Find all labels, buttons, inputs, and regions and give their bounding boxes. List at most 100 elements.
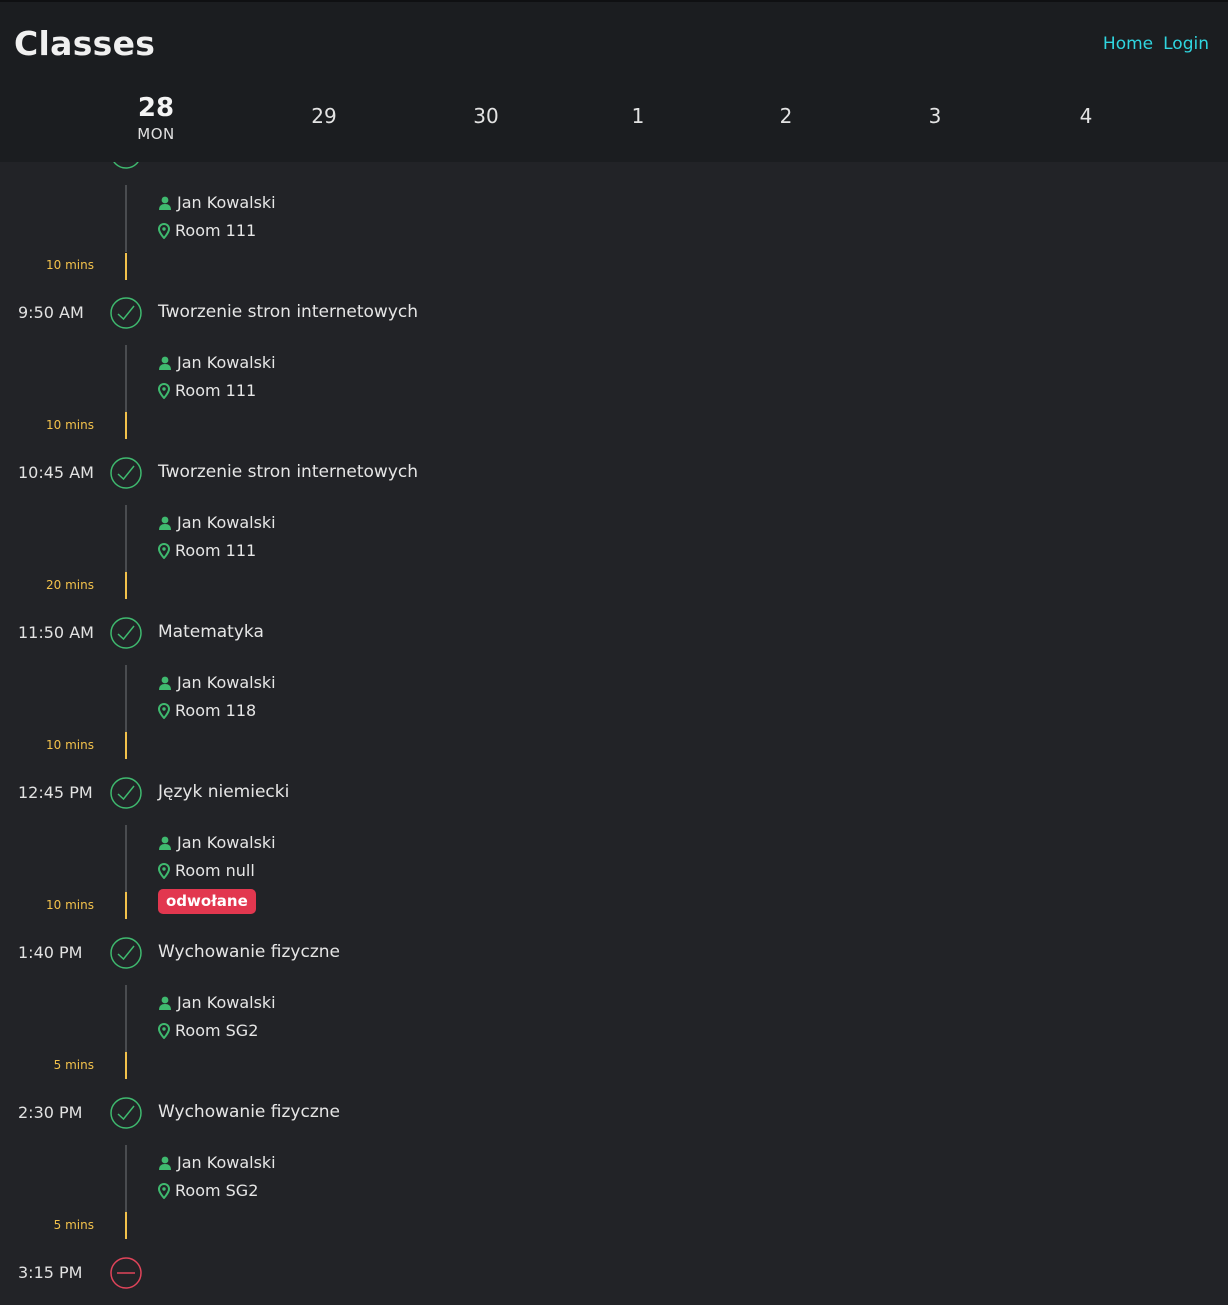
- break-bar: [125, 892, 127, 919]
- check-circle-icon: [110, 297, 142, 329]
- map-pin-icon: [158, 702, 170, 719]
- teacher-name: Jan Kowalski: [177, 993, 276, 1012]
- lesson-subject[interactable]: Wychowanie fizyczne: [158, 1102, 340, 1122]
- break-bar: [125, 732, 127, 759]
- break-bar: [125, 1052, 127, 1079]
- teacher-name: Jan Kowalski: [177, 673, 276, 692]
- map-pin-icon: [158, 1182, 170, 1199]
- teacher-info: Jan Kowalski: [158, 513, 276, 532]
- day-tab-1[interactable]: 1: [598, 88, 678, 144]
- room-info: Room SG2: [158, 1181, 258, 1200]
- day-tab-4[interactable]: 4: [1046, 88, 1126, 144]
- day-number: 2: [779, 104, 793, 128]
- person-icon: [159, 996, 171, 1010]
- lesson-subject[interactable]: Wychowanie fizyczne: [158, 942, 340, 962]
- day-tab-28[interactable]: 28 MON: [116, 88, 196, 143]
- day-number: 3: [928, 104, 942, 128]
- lesson-subject[interactable]: Tworzenie stron internetowych: [158, 462, 418, 482]
- day-number: 30: [473, 104, 499, 128]
- lesson-subject[interactable]: Tworzenie stron internetowych: [158, 302, 418, 322]
- lesson-time: 11:50 AM: [18, 623, 94, 642]
- teacher-name: Jan Kowalski: [177, 513, 276, 532]
- teacher-name: Jan Kowalski: [177, 353, 276, 372]
- day-tab-2[interactable]: 2: [746, 88, 826, 144]
- timeline-connector: [125, 665, 127, 732]
- timeline-connector: [125, 985, 127, 1052]
- day-weekday: MON: [137, 125, 175, 143]
- room-info: Room 111: [158, 381, 256, 400]
- check-circle-icon: [110, 777, 142, 809]
- day-number: 28: [137, 93, 175, 123]
- page-title: Classes: [14, 24, 156, 63]
- room-name: Room 111: [175, 381, 257, 400]
- teacher-info: Jan Kowalski: [158, 193, 276, 212]
- room-info: Room 111: [158, 221, 256, 240]
- room-name: Room null: [175, 861, 255, 880]
- lesson-subject[interactable]: Język niemiecki: [158, 782, 289, 802]
- break-duration: 10 mins: [46, 418, 94, 432]
- check-circle-icon: [110, 617, 142, 649]
- room-info: Room SG2: [158, 1021, 258, 1040]
- lesson-time: 2:30 PM: [18, 1103, 83, 1122]
- person-icon: [159, 1156, 171, 1170]
- day-number: 4: [1079, 104, 1093, 128]
- teacher-info: Jan Kowalski: [158, 1153, 276, 1172]
- timeline-connector: [125, 825, 127, 892]
- check-circle-icon: [110, 937, 142, 969]
- lesson-time: 12:45 PM: [18, 783, 93, 802]
- break-duration: 10 mins: [46, 738, 94, 752]
- map-pin-icon: [158, 542, 170, 559]
- room-name: Room SG2: [175, 1181, 259, 1200]
- break-bar: [125, 412, 127, 439]
- teacher-name: Jan Kowalski: [177, 1153, 276, 1172]
- day-tab-30[interactable]: 30: [446, 88, 526, 144]
- room-name: Room 111: [175, 541, 257, 560]
- teacher-name: Jan Kowalski: [177, 833, 276, 852]
- schedule-timeline: Jan Kowalski Room 111 10 mins 9:50 AM Tworze…: [0, 0, 1228, 1305]
- header: Classes Home Login 28 MON 29 30 1 2 3 4: [0, 0, 1228, 162]
- room-name: Room 111: [175, 221, 257, 240]
- teacher-info: Jan Kowalski: [158, 833, 276, 852]
- map-pin-icon: [158, 862, 170, 879]
- lesson-subject[interactable]: Matematyka: [158, 622, 264, 642]
- lesson-time: 10:45 AM: [18, 463, 94, 482]
- break-duration: 5 mins: [53, 1058, 94, 1072]
- person-icon: [159, 836, 171, 850]
- break-bar: [125, 1212, 127, 1239]
- nav-login-link[interactable]: Login: [1163, 34, 1209, 54]
- map-pin-icon: [158, 222, 170, 239]
- top-nav: Home Login: [1103, 34, 1209, 54]
- teacher-info: Jan Kowalski: [158, 353, 276, 372]
- break-duration: 5 mins: [53, 1218, 94, 1232]
- break-duration: 10 mins: [46, 898, 94, 912]
- map-pin-icon: [158, 382, 170, 399]
- day-number: 29: [311, 104, 337, 128]
- day-number: 1: [631, 104, 645, 128]
- check-circle-icon: [110, 1097, 142, 1129]
- break-duration: 20 mins: [46, 578, 94, 592]
- lesson-time: 9:50 AM: [18, 303, 84, 322]
- break-bar: [125, 253, 127, 280]
- teacher-name: Jan Kowalski: [177, 193, 276, 212]
- break-duration: 10 mins: [46, 258, 94, 272]
- map-pin-icon: [158, 1022, 170, 1039]
- day-tab-29[interactable]: 29: [284, 88, 364, 144]
- timeline-connector: [125, 1145, 127, 1212]
- person-icon: [159, 196, 171, 210]
- person-icon: [159, 516, 171, 530]
- person-icon: [159, 356, 171, 370]
- teacher-info: Jan Kowalski: [158, 993, 276, 1012]
- day-tab-3[interactable]: 3: [895, 88, 975, 144]
- lesson-time: 3:15 PM: [18, 1263, 83, 1282]
- room-info: Room 111: [158, 541, 256, 560]
- check-circle-icon: [110, 457, 142, 489]
- cancelled-badge: odwołane: [158, 889, 256, 914]
- lesson-time: 1:40 PM: [18, 943, 83, 962]
- room-name: Room SG2: [175, 1021, 259, 1040]
- nav-home-link[interactable]: Home: [1103, 34, 1153, 54]
- room-info: Room null: [158, 861, 255, 880]
- minus-circle-icon: [110, 1257, 142, 1289]
- person-icon: [159, 676, 171, 690]
- timeline-connector: [125, 185, 127, 252]
- timeline-connector: [125, 505, 127, 572]
